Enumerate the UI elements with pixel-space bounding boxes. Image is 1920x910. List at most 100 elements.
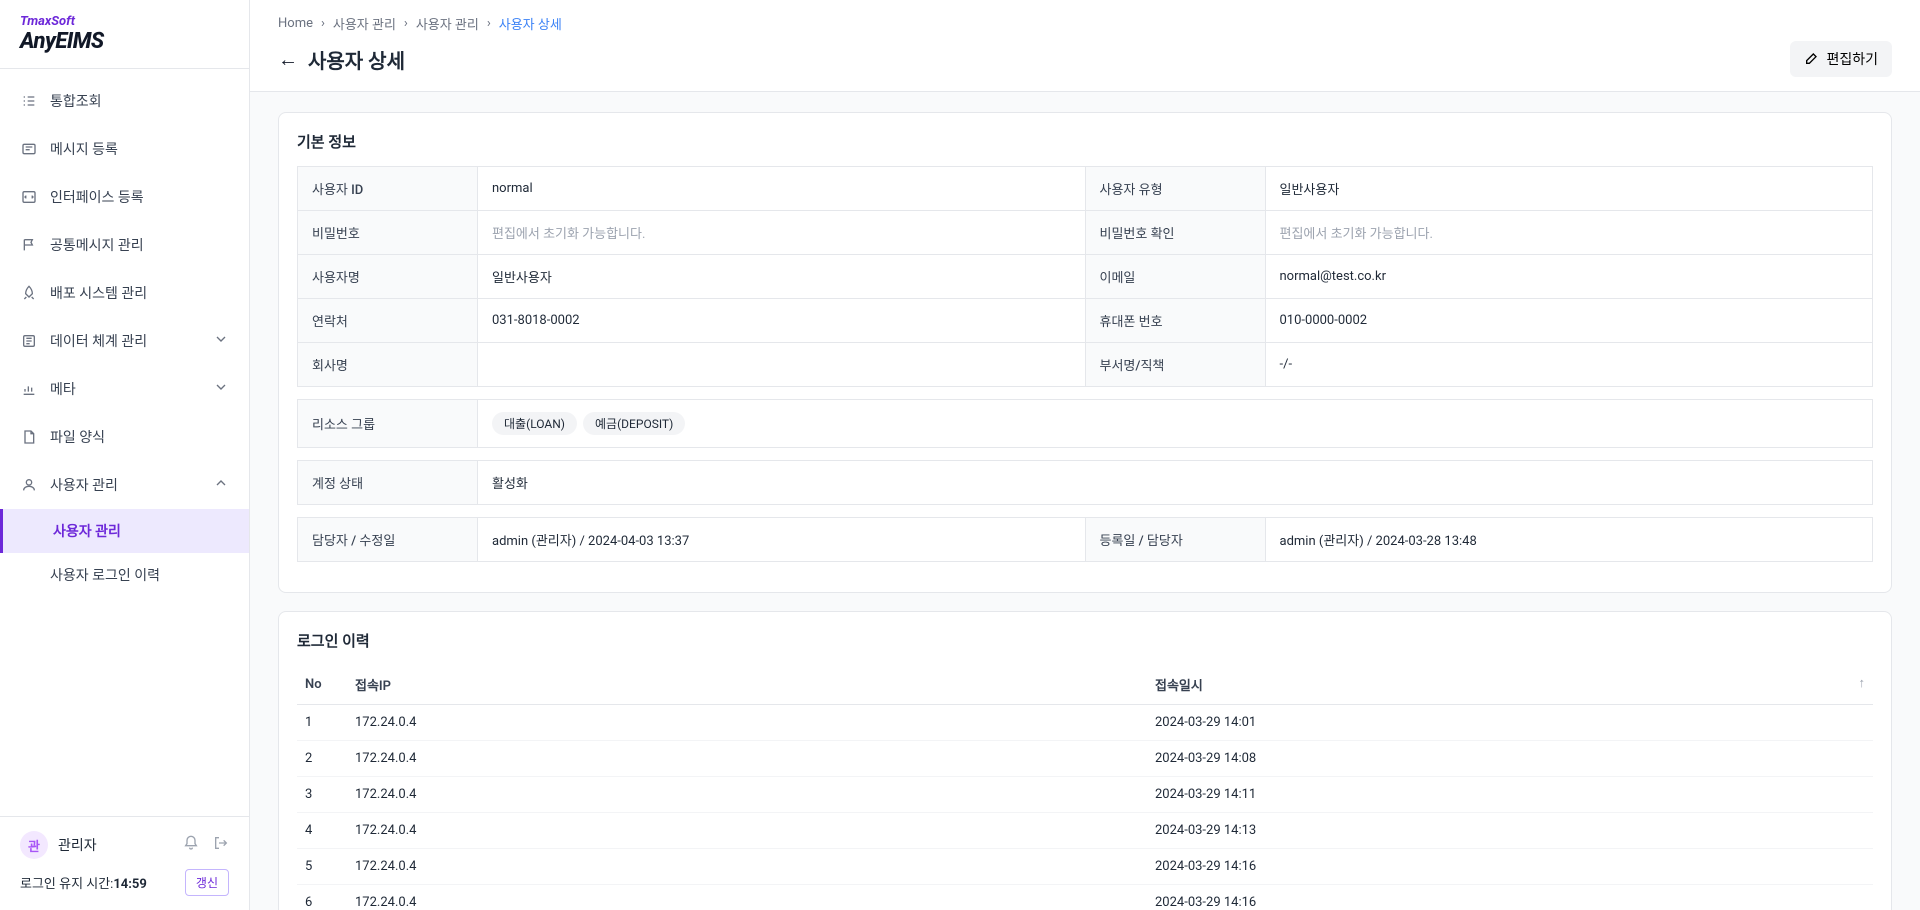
chevron-down-icon — [213, 331, 229, 351]
sidebar-footer: 관 관리자 로그인 유지 시간:14:59 갱신 — [0, 816, 249, 910]
avatar[interactable]: 관 — [20, 831, 48, 859]
breadcrumb-item[interactable]: 사용자 관리 — [416, 14, 479, 33]
chevron-down-icon — [213, 379, 229, 399]
main: Home›사용자 관리›사용자 관리›사용자 상세 ← 사용자 상세 편집하기 … — [250, 0, 1920, 910]
info-value: -/- — [1265, 343, 1873, 387]
flag-icon — [20, 236, 38, 254]
info-value: 010-0000-0002 — [1265, 299, 1873, 343]
topbar: Home›사용자 관리›사용자 관리›사용자 상세 ← 사용자 상세 편집하기 — [250, 0, 1920, 92]
edit-icon — [1804, 50, 1820, 69]
table-row[interactable]: 5172.24.0.42024-03-29 14:16 — [297, 849, 1873, 885]
nav-item[interactable]: 메타 — [0, 365, 249, 413]
edit-button[interactable]: 편집하기 — [1790, 41, 1892, 77]
info-value: normal@test.co.kr — [1265, 255, 1873, 299]
col-no-header[interactable]: No — [297, 665, 347, 705]
info-value: 편집에서 초기화 가능합니다. — [478, 211, 1086, 255]
nav-item[interactable]: 메시지 등록 — [0, 125, 249, 173]
refresh-button[interactable]: 갱신 — [185, 869, 229, 896]
nav-sub-item[interactable]: 사용자 관리 — [0, 509, 249, 553]
table-row[interactable]: 6172.24.0.42024-03-29 14:16 — [297, 885, 1873, 910]
table-row[interactable]: 2172.24.0.42024-03-29 14:08 — [297, 741, 1873, 777]
cell-no: 1 — [297, 705, 347, 741]
basic-info-title: 기본 정보 — [297, 131, 1873, 152]
logout-icon[interactable] — [213, 835, 229, 855]
list-icon — [20, 92, 38, 110]
bell-icon[interactable] — [183, 835, 199, 855]
nav-item[interactable]: 파일 양식 — [0, 413, 249, 461]
info-label: 연락처 — [298, 299, 478, 343]
info-value — [478, 343, 1086, 387]
session-label: 로그인 유지 시간:14:59 — [20, 873, 147, 892]
info-value: 편집에서 초기화 가능합니다. — [1265, 211, 1873, 255]
resource-tag: 예금(DEPOSIT) — [583, 412, 685, 435]
table-row[interactable]: 3172.24.0.42024-03-29 14:11 — [297, 777, 1873, 813]
rocket-icon — [20, 284, 38, 302]
sort-asc-icon[interactable]: ↑ — [1859, 675, 1866, 691]
info-label: 담당자 / 수정일 — [298, 518, 478, 562]
info-label: 부서명/직책 — [1085, 343, 1265, 387]
breadcrumb-item[interactable]: 사용자 관리 — [333, 14, 396, 33]
table-row[interactable]: 4172.24.0.42024-03-29 14:13 — [297, 813, 1873, 849]
chevron-up-icon — [213, 475, 229, 495]
nav-item-label: 통합조회 — [50, 91, 102, 111]
account-status-table: 계정 상태 활성화 — [297, 460, 1873, 505]
chevron-right-icon: › — [404, 16, 408, 31]
breadcrumb-item: 사용자 상세 — [499, 14, 562, 33]
chevron-right-icon: › — [321, 16, 325, 31]
nav-item[interactable]: 인터페이스 등록 — [0, 173, 249, 221]
cell-ip: 172.24.0.4 — [347, 777, 1147, 813]
info-value: admin (관리자) / 2024-03-28 13:48 — [1265, 518, 1873, 562]
cell-no: 3 — [297, 777, 347, 813]
nav-item[interactable]: 공통메시지 관리 — [0, 221, 249, 269]
info-value: admin (관리자) / 2024-04-03 13:37 — [478, 518, 1086, 562]
nav-item[interactable]: 데이터 체계 관리 — [0, 317, 249, 365]
user-icon — [20, 476, 38, 494]
resource-group-value: 대출(LOAN) 예금(DEPOSIT) — [478, 400, 1873, 448]
sidebar: TmaxSoft AnyEIMS 통합조회메시지 등록인터페이스 등록공통메시지… — [0, 0, 250, 910]
breadcrumb-item[interactable]: Home — [278, 16, 313, 31]
info-value: 일반사용자 — [478, 255, 1086, 299]
nav-item-label: 메타 — [50, 379, 76, 399]
table-row[interactable]: 1172.24.0.42024-03-29 14:01 — [297, 705, 1873, 741]
info-label: 사용자 유형 — [1085, 167, 1265, 211]
nav-item-label: 배포 시스템 관리 — [50, 283, 147, 303]
interface-icon — [20, 188, 38, 206]
cell-ip: 172.24.0.4 — [347, 741, 1147, 777]
cell-dt: 2024-03-29 14:16 — [1147, 885, 1873, 910]
info-value: normal — [478, 167, 1086, 211]
nav-item-label: 사용자 관리 — [50, 475, 118, 495]
cell-no: 5 — [297, 849, 347, 885]
col-dt-header[interactable]: 접속일시 ↑ — [1147, 665, 1873, 705]
nav-sub-item[interactable]: 사용자 로그인 이력 — [0, 553, 249, 597]
user-label: 관리자 — [58, 835, 97, 855]
cell-ip: 172.24.0.4 — [347, 849, 1147, 885]
cell-dt: 2024-03-29 14:16 — [1147, 849, 1873, 885]
nav-item[interactable]: 통합조회 — [0, 77, 249, 125]
cell-no: 2 — [297, 741, 347, 777]
login-history-panel: 로그인 이력 No 접속IP 접속일시 ↑ 1172.24.0.42024-03… — [278, 611, 1892, 910]
basic-info-table: 사용자 IDnormal사용자 유형일반사용자비밀번호편집에서 초기화 가능합니… — [297, 166, 1873, 387]
content: 기본 정보 사용자 IDnormal사용자 유형일반사용자비밀번호편집에서 초기… — [250, 92, 1920, 910]
info-label: 사용자명 — [298, 255, 478, 299]
info-label: 비밀번호 — [298, 211, 478, 255]
info-label: 회사명 — [298, 343, 478, 387]
nav-item[interactable]: 배포 시스템 관리 — [0, 269, 249, 317]
nav-item-label: 파일 양식 — [50, 427, 105, 447]
cell-dt: 2024-03-29 14:08 — [1147, 741, 1873, 777]
basic-info-panel: 기본 정보 사용자 IDnormal사용자 유형일반사용자비밀번호편집에서 초기… — [278, 112, 1892, 593]
back-arrow-icon[interactable]: ← — [278, 47, 298, 72]
nav-item[interactable]: 사용자 관리 — [0, 461, 249, 509]
info-label: 사용자 ID — [298, 167, 478, 211]
resource-group-label: 리소스 그룹 — [298, 400, 478, 448]
col-ip-header[interactable]: 접속IP — [347, 665, 1147, 705]
breadcrumb: Home›사용자 관리›사용자 관리›사용자 상세 — [278, 14, 1892, 33]
edit-button-label: 편집하기 — [1826, 49, 1878, 69]
resource-tag: 대출(LOAN) — [492, 412, 577, 435]
cell-ip: 172.24.0.4 — [347, 885, 1147, 910]
logo[interactable]: TmaxSoft AnyEIMS — [0, 0, 249, 69]
logo-small: TmaxSoft — [20, 14, 229, 29]
cell-no: 4 — [297, 813, 347, 849]
logo-big: AnyEIMS — [20, 29, 229, 54]
info-label: 휴대폰 번호 — [1085, 299, 1265, 343]
audit-table: 담당자 / 수정일admin (관리자) / 2024-04-03 13:37등… — [297, 517, 1873, 562]
